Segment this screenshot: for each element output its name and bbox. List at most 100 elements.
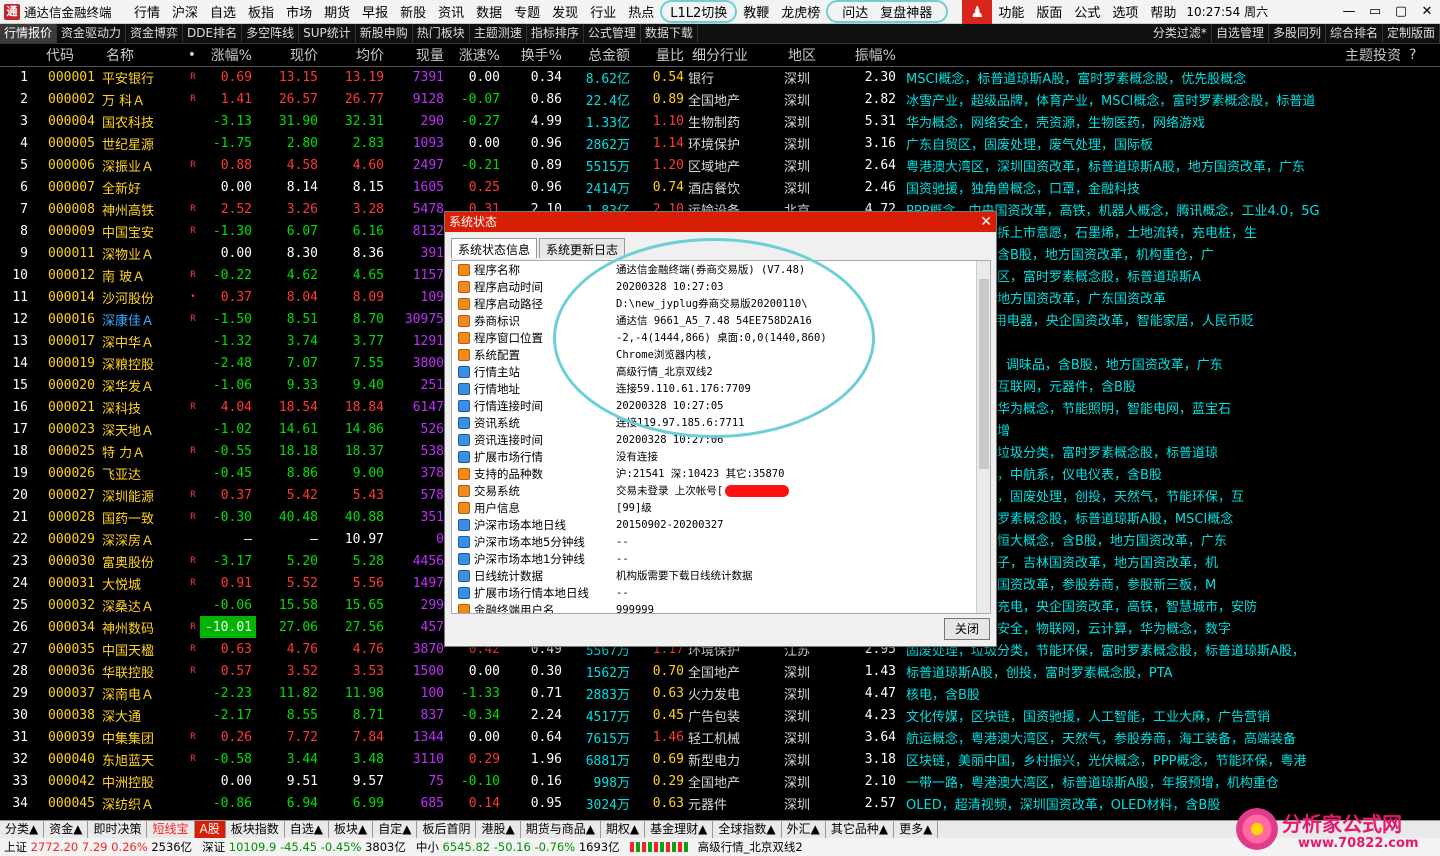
bottom-tab[interactable]: 外汇▲ xyxy=(782,821,826,838)
function-tab[interactable]: 热门板块 xyxy=(413,24,470,43)
function-tab[interactable]: 多空阵线 xyxy=(242,24,300,43)
index-sh[interactable]: 上证 2772.20 7.29 0.26% 2536亿 xyxy=(0,839,198,855)
column-header[interactable]: 涨幅% xyxy=(200,44,256,67)
menu-item[interactable]: 行业 xyxy=(584,2,622,21)
close-window-button[interactable]: ✕ xyxy=(1414,0,1440,24)
menu-item[interactable]: 问达 xyxy=(836,6,874,21)
menu-item[interactable]: 期货 xyxy=(318,2,356,21)
tab-update-log[interactable]: 系统更新日志 xyxy=(539,238,626,258)
menu-item[interactable]: 版面 xyxy=(1030,2,1068,21)
table-row[interactable]: 29 000037 深南电Ａ -2.23 11.82 11.98 100 -1.33 0.71 2… xyxy=(0,682,1440,704)
bottom-tab[interactable]: 即时决策 xyxy=(88,821,148,838)
menu-item[interactable]: 专题 xyxy=(508,2,546,21)
function-tab[interactable]: 分类过滤* xyxy=(1149,24,1212,43)
column-header[interactable]: 地区 xyxy=(784,44,846,67)
table-row[interactable]: 28 000036 华联控股 R 0.57 3.52 3.53 1500 0.00 0.30 156… xyxy=(0,660,1440,682)
bottom-tab[interactable]: 自定▲ xyxy=(373,821,418,838)
menu-item[interactable]: 热点 xyxy=(622,2,660,21)
column-header[interactable]: 主题投资 xyxy=(900,44,1405,67)
table-row[interactable]: 32 000040 东旭蓝天 R -0.58 3.44 3.48 3110 0.29 1.96 68… xyxy=(0,748,1440,770)
bottom-tab[interactable]: 资金▲ xyxy=(44,821,89,838)
table-row[interactable]: 33 000042 中洲控股 0.00 9.51 9.57 75 -0.10 0.16 998万 0… xyxy=(0,770,1440,792)
back-button[interactable]: — xyxy=(1336,0,1362,24)
function-tab[interactable]: 自选管理 xyxy=(1212,24,1269,43)
bottom-tab[interactable]: 板块▲ xyxy=(329,821,374,838)
bottom-tab[interactable]: 分类▲ xyxy=(0,821,45,838)
menu-item[interactable]: 帮助 xyxy=(1144,2,1182,21)
bottom-tab[interactable]: 自选▲ xyxy=(285,821,329,838)
menu-item[interactable]: 新股 xyxy=(394,2,432,21)
bottom-tab[interactable]: 期权▲ xyxy=(601,821,646,838)
function-tab[interactable]: 数据下载 xyxy=(641,24,698,43)
column-header[interactable]: 振幅% xyxy=(846,44,900,67)
function-tab[interactable]: 公式管理 xyxy=(584,24,641,43)
bottom-tab[interactable]: 短线宝 xyxy=(147,821,195,838)
bottom-tab[interactable]: 全球指数▲ xyxy=(713,821,782,838)
column-header[interactable]: 细分行业 xyxy=(688,44,784,67)
column-header[interactable]: 现价 xyxy=(256,44,322,67)
column-header[interactable]: 现量 xyxy=(388,44,448,67)
bottom-tab[interactable]: A股 xyxy=(194,821,226,838)
bottom-tab[interactable]: 板后首阴 xyxy=(417,821,477,838)
menu-item[interactable]: 早报 xyxy=(356,2,394,21)
menu-item[interactable]: 龙虎榜 xyxy=(775,2,826,21)
table-row[interactable]: 34 000045 深纺织Ａ -0.86 6.94 6.99 685 0.14 0.95 3024… xyxy=(0,792,1440,814)
menu-item[interactable]: 行情 xyxy=(128,2,166,21)
table-row[interactable]: 6 000007 全新好 0.00 8.14 8.15 1605 0.25 0.96 2414万 0… xyxy=(0,176,1440,198)
menu-item[interactable]: 教鞭 xyxy=(737,2,775,21)
column-header[interactable]: 涨速% xyxy=(448,44,504,67)
table-row[interactable]: 31 000039 中集集团 R 0.26 7.72 7.84 1344 0.00 0.64 761… xyxy=(0,726,1440,748)
menu-item[interactable]: 板指 xyxy=(242,2,280,21)
function-tab[interactable]: DDE排名 xyxy=(183,24,243,43)
column-header[interactable]: 名称 xyxy=(102,44,186,67)
column-header[interactable]: 代码 xyxy=(42,44,102,67)
menu-item[interactable]: 市场 xyxy=(280,2,318,21)
bottom-tab[interactable]: 期货与商品▲ xyxy=(521,821,601,838)
minimize-button[interactable]: ▭ xyxy=(1362,0,1388,24)
user-icon[interactable]: ♟ xyxy=(962,0,993,24)
column-header[interactable]: ? xyxy=(1405,44,1440,67)
menu-item-ringed-group[interactable]: 问达 复盘神器 xyxy=(826,0,949,23)
menu-item[interactable]: 功能 xyxy=(992,2,1030,21)
bottom-tab[interactable]: 基金理财▲ xyxy=(645,821,714,838)
function-tab[interactable]: 行情报价 xyxy=(0,24,58,43)
menu-item[interactable]: 自选 xyxy=(204,2,242,21)
menu-item[interactable]: 公式 xyxy=(1068,2,1106,21)
function-tab[interactable]: 资金驱动力 xyxy=(57,24,127,43)
table-row[interactable]: 30 000038 深大通 -2.17 8.55 8.71 837 -0.34 2.24 4517… xyxy=(0,704,1440,726)
bottom-tab[interactable]: 板块指数 xyxy=(226,821,285,838)
index-sz[interactable]: 深证 10109.9 -45.45 -0.45% 3803亿 xyxy=(198,839,412,855)
column-header[interactable]: • xyxy=(186,44,200,67)
column-header[interactable]: 换手% xyxy=(504,44,566,67)
table-row[interactable]: 4 000005 世纪星源 -1.75 2.80 2.83 1093 0.00 0.96 2862… xyxy=(0,132,1440,154)
quote-station[interactable]: 高级行情_北京双线2 xyxy=(694,839,809,855)
table-row[interactable]: 1 000001 平安银行 R 0.69 13.15 13.19 7391 0.00 0.34 8.… xyxy=(0,66,1440,88)
menu-item[interactable]: 发现 xyxy=(546,2,584,21)
column-header[interactable]: 均价 xyxy=(322,44,388,67)
bottom-tab[interactable]: 更多▲ xyxy=(894,821,939,838)
menu-item[interactable]: 选项 xyxy=(1106,2,1144,21)
function-tab[interactable]: 综合排名 xyxy=(1326,24,1383,43)
table-row[interactable]: 3 000004 国农科技 -3.13 31.90 32.31 290 -0.27 4.99 1.… xyxy=(0,110,1440,132)
function-tab[interactable]: 新股申购 xyxy=(356,24,413,43)
menu-item[interactable]: 沪深 xyxy=(166,2,204,21)
column-header[interactable] xyxy=(0,44,42,67)
table-row[interactable]: 5 000006 深振业Ａ R 0.88 4.58 4.60 2497 -0.21 0.89 551… xyxy=(0,154,1440,176)
scrollbar[interactable] xyxy=(976,261,990,613)
function-tab[interactable]: 指标排序 xyxy=(527,24,584,43)
function-tab[interactable]: SUP统计 xyxy=(299,24,356,43)
restore-button[interactable]: ▢ xyxy=(1388,0,1414,24)
menu-item[interactable]: 数据 xyxy=(470,2,508,21)
close-button[interactable]: 关闭 xyxy=(944,618,990,640)
column-header[interactable]: 总金额 xyxy=(566,44,634,67)
menu-item[interactable]: 资讯 xyxy=(432,2,470,21)
index-zx[interactable]: 中小 6545.82 -50.16 -0.76% 1693亿 xyxy=(412,839,626,855)
function-tab[interactable]: 定制版面 xyxy=(1383,24,1440,43)
tab-system-status[interactable]: 系统状态信息 xyxy=(451,238,538,258)
bottom-tab[interactable]: 港股▲ xyxy=(476,821,521,838)
bottom-tab[interactable]: 其它品种▲ xyxy=(826,821,895,838)
table-row[interactable]: 2 000002 万 科Ａ R 1.41 26.57 26.77 9128 -0.07 0.86 2… xyxy=(0,88,1440,110)
column-header[interactable]: 量比 xyxy=(634,44,688,67)
close-icon[interactable]: ✕ xyxy=(980,212,992,232)
function-tab[interactable]: 主题测速 xyxy=(470,24,527,43)
